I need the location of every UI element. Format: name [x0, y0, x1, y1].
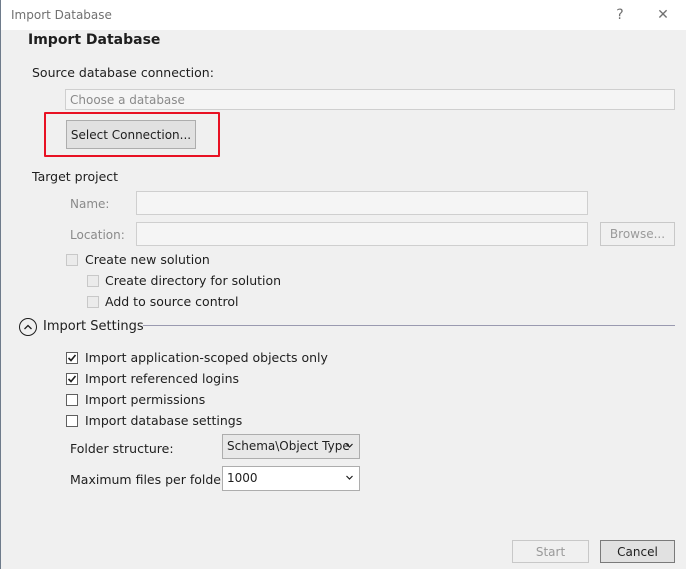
permissions-checkbox[interactable]: [66, 394, 78, 406]
highlight-box: [44, 112, 220, 157]
create-new-solution-checkbox[interactable]: [66, 254, 78, 266]
start-button[interactable]: Start: [512, 540, 589, 563]
cancel-button[interactable]: Cancel: [600, 540, 675, 563]
name-input[interactable]: [136, 191, 588, 215]
close-icon[interactable]: ✕: [652, 4, 674, 26]
create-new-solution-label: Create new solution: [85, 252, 210, 267]
max-files-select[interactable]: 1000: [222, 466, 360, 491]
source-connection-label: Source database connection:: [32, 65, 214, 80]
dialog-heading: Import Database: [28, 32, 161, 48]
import-database-dialog: Import Database ? ✕ Import Database Sour…: [0, 0, 686, 569]
database-field[interactable]: Choose a database: [65, 89, 675, 110]
location-label: Location:: [70, 228, 125, 242]
target-project-label: Target project: [32, 169, 119, 184]
folder-structure-label: Folder structure:: [70, 441, 174, 456]
create-directory-label: Create directory for solution: [105, 273, 282, 288]
help-icon[interactable]: ?: [609, 4, 631, 26]
import-settings-label: Import Settings: [43, 319, 144, 334]
max-files-label: Maximum files per folder:: [70, 472, 231, 487]
location-input[interactable]: [136, 222, 588, 246]
database-settings-label: Import database settings: [85, 413, 243, 428]
permissions-label: Import permissions: [85, 392, 206, 407]
database-settings-checkbox[interactable]: [66, 415, 78, 427]
chevron-down-icon: [346, 475, 353, 480]
scoped-objects-checkbox[interactable]: [66, 352, 78, 364]
add-source-control-label: Add to source control: [105, 294, 239, 309]
chevron-down-icon: [346, 443, 353, 448]
collapse-chevron-up-icon[interactable]: [19, 318, 37, 336]
scoped-objects-label: Import application-scoped objects only: [85, 350, 328, 365]
referenced-logins-label: Import referenced logins: [85, 371, 240, 386]
create-directory-checkbox[interactable]: [87, 275, 99, 287]
window-title: Import Database: [11, 8, 112, 22]
max-files-value: 1000: [227, 471, 258, 485]
title-bar: Import Database ? ✕: [1, 0, 686, 30]
referenced-logins-checkbox[interactable]: [66, 373, 78, 385]
browse-button[interactable]: Browse...: [600, 222, 675, 246]
add-source-control-checkbox[interactable]: [87, 296, 99, 308]
section-divider: [143, 325, 675, 326]
name-label: Name:: [70, 197, 110, 211]
folder-structure-value: Schema\Object Type: [227, 439, 350, 453]
folder-structure-select[interactable]: Schema\Object Type: [222, 434, 360, 459]
